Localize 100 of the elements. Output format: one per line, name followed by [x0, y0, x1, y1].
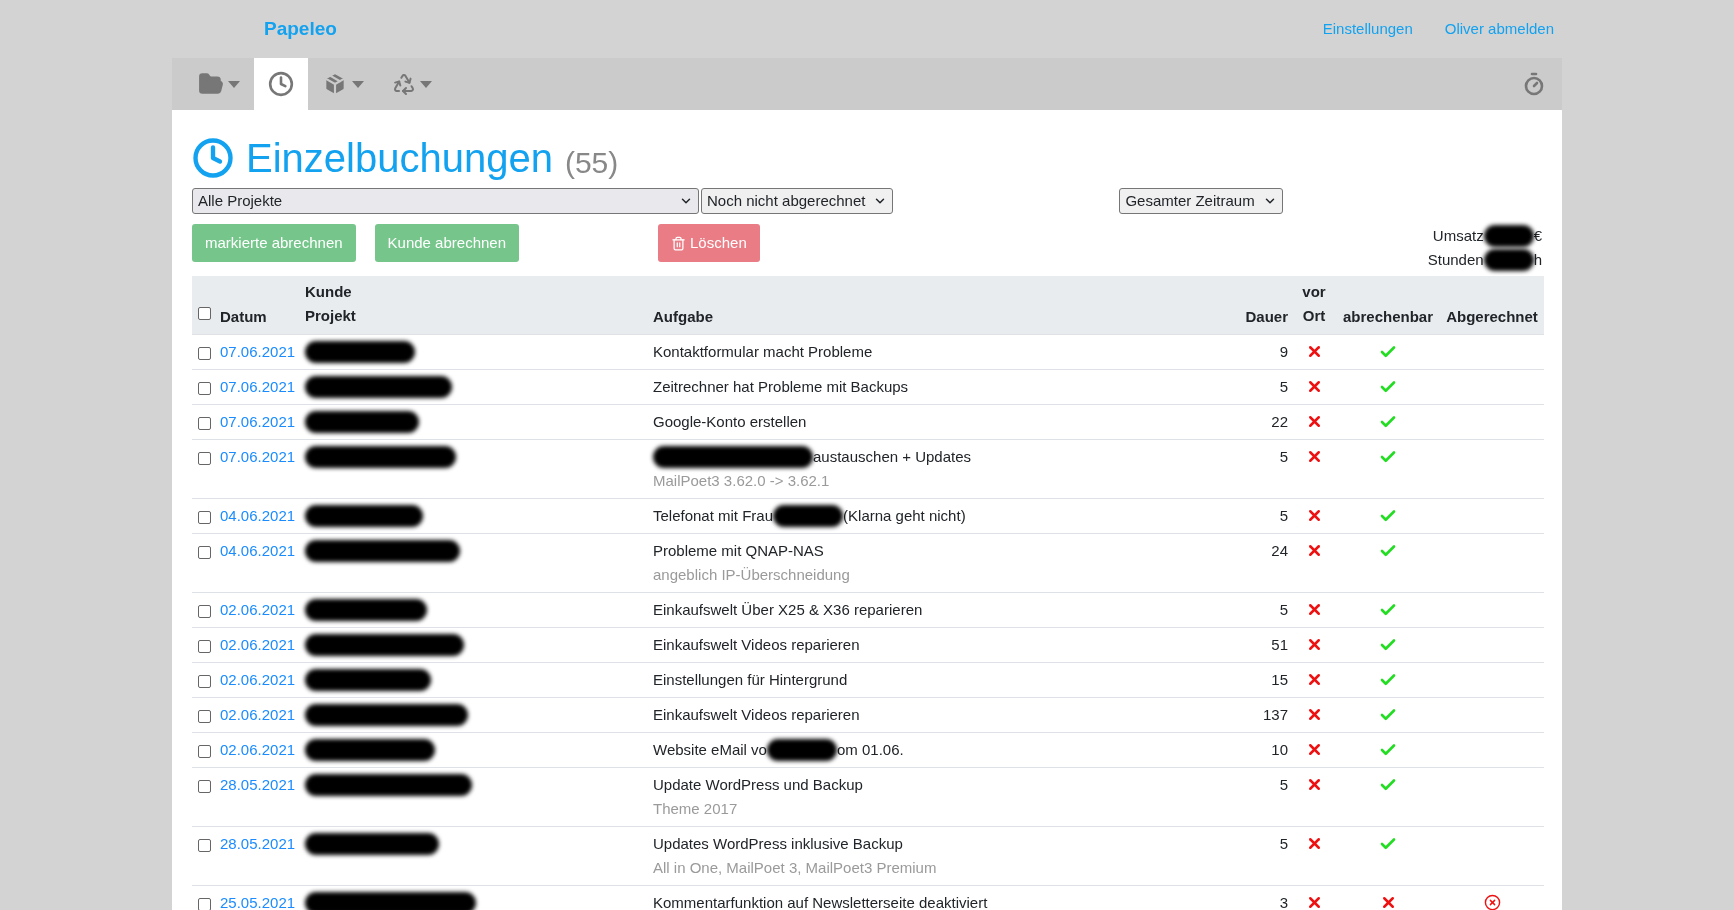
duration-cell: 22: [1271, 413, 1288, 430]
date-link[interactable]: 04.06.2021: [220, 507, 296, 524]
duration-cell: 3: [1279, 894, 1288, 910]
date-link[interactable]: 02.06.2021: [220, 636, 296, 653]
task-text: Einkaufswelt Über X25 & X36 reparieren: [653, 600, 923, 620]
duration-cell: 5: [1279, 378, 1288, 395]
date-link[interactable]: 04.06.2021: [220, 542, 296, 559]
row-checkbox[interactable]: [198, 382, 211, 395]
task-text: Updates WordPress inklusive Backup: [653, 834, 903, 854]
duration-cell: 51: [1271, 636, 1288, 653]
row-checkbox[interactable]: [198, 546, 211, 559]
summary-label: Stunden: [1427, 250, 1484, 270]
task-text: Website eMail vo: [653, 740, 767, 760]
folder-icon: [198, 71, 224, 97]
task-text: austauschen + Updates: [813, 447, 972, 467]
redaction-blob: [1483, 225, 1534, 247]
redaction-blob: [773, 505, 844, 527]
task-note: All in One, MailPoet 3, MailPoet3 Premium: [653, 858, 938, 878]
task-text: Zeitrechner hat Probleme mit Backups: [653, 377, 909, 397]
summary-label: Umsatz: [1432, 226, 1484, 246]
date-link[interactable]: 02.06.2021: [220, 601, 296, 618]
date-link[interactable]: 28.05.2021: [220, 835, 296, 852]
brand-name[interactable]: Papeleo: [264, 14, 337, 44]
duration-cell: 24: [1271, 542, 1288, 559]
column-header: vor: [1301, 282, 1327, 302]
task-note: angeblich IP-Überschneidung: [653, 565, 851, 585]
trash-icon: [671, 235, 686, 251]
column-header: Kunde: [305, 282, 353, 302]
row-checkbox[interactable]: [198, 417, 211, 430]
task-note: MailPoet3 3.62.0 -> 3.62.1: [653, 471, 831, 491]
redaction-blob: [1483, 249, 1534, 271]
task-text: Einkaufswelt Videos reparieren: [653, 635, 860, 655]
row-checkbox[interactable]: [198, 605, 211, 618]
duration-cell: 5: [1279, 448, 1288, 465]
row-checkbox[interactable]: [198, 780, 211, 793]
row-checkbox[interactable]: [198, 347, 211, 360]
column-header: Abgerechnet: [1446, 308, 1538, 325]
task-text: Kommentarfunktion auf Newsletterseite deaktiviert: [653, 893, 988, 910]
task-text: Kontaktformular macht Probleme: [653, 342, 873, 362]
duration-cell: 137: [1262, 706, 1288, 723]
row-checkbox[interactable]: [198, 710, 211, 723]
column-header: Ort: [1301, 306, 1327, 326]
task-text: Google-Konto erstellen: [653, 412, 807, 432]
page-title: Einzelbuchungen: [246, 135, 553, 182]
task-text: Update WordPress und Backup: [653, 775, 863, 795]
redaction-blob: [766, 739, 837, 761]
task-text: Probleme mit QNAP-NAS: [653, 541, 824, 561]
column-header: Projekt: [305, 306, 357, 326]
caret-icon: [420, 80, 432, 88]
date-link[interactable]: 07.06.2021: [220, 343, 296, 360]
summary-unit: h: [1533, 250, 1542, 270]
column-header: Datum: [220, 308, 267, 325]
date-link[interactable]: 07.06.2021: [220, 378, 296, 395]
task-text: om 01.06.: [836, 740, 904, 760]
date-link[interactable]: 02.06.2021: [220, 671, 296, 688]
duration-cell: 15: [1271, 671, 1288, 688]
header-link[interactable]: Einstellungen: [1322, 17, 1413, 41]
duration-cell: 5: [1279, 835, 1288, 852]
toolbar-tab[interactable]: [254, 58, 308, 110]
recycle-icon: [392, 72, 416, 96]
column-header: Aufgabe: [653, 308, 713, 325]
row-checkbox[interactable]: [198, 839, 211, 852]
clock-icon: [192, 137, 234, 179]
summary-unit: €: [1533, 226, 1542, 246]
stopwatch-icon[interactable]: [1522, 72, 1546, 96]
duration-cell: 9: [1279, 343, 1288, 360]
duration-cell: 5: [1279, 507, 1288, 524]
date-link[interactable]: 02.06.2021: [220, 706, 296, 723]
row-checkbox[interactable]: [198, 640, 211, 653]
select-all-checkbox[interactable]: [198, 307, 211, 320]
task-text: (Klarna geht nicht): [843, 506, 966, 526]
duration-cell: 5: [1279, 601, 1288, 618]
column-header: abrechenbar: [1342, 308, 1433, 325]
duration-cell: 5: [1279, 776, 1288, 793]
column-header: Dauer: [1245, 308, 1288, 325]
date-link[interactable]: 02.06.2021: [220, 741, 296, 758]
clock-icon: [268, 71, 294, 97]
duration-cell: 10: [1271, 741, 1288, 758]
filter-select[interactable]: Noch nicht abgerechnet: [701, 188, 894, 214]
caret-icon: [352, 80, 364, 88]
row-checkbox[interactable]: [198, 675, 211, 688]
row-checkbox[interactable]: [198, 745, 211, 758]
date-link[interactable]: 28.05.2021: [220, 776, 296, 793]
action-button[interactable]: markierte abrechnen: [192, 224, 356, 262]
delete-button[interactable]: Löschen: [658, 224, 760, 262]
row-checkbox[interactable]: [198, 898, 211, 910]
filter-select[interactable]: Alle Projekte: [192, 188, 699, 214]
task-text: Einkaufswelt Videos reparieren: [653, 705, 860, 725]
date-link[interactable]: 25.05.2021: [220, 894, 296, 910]
row-checkbox[interactable]: [198, 511, 211, 524]
date-link[interactable]: 07.06.2021: [220, 413, 296, 430]
entry-count: (55): [564, 144, 619, 181]
header-link[interactable]: Oliver abmelden: [1444, 17, 1554, 41]
task-note: Theme 2017: [653, 799, 739, 819]
task-text: Einstellungen für Hintergrund: [653, 670, 848, 690]
row-checkbox[interactable]: [198, 452, 211, 465]
circle-cross-icon[interactable]: [1483, 894, 1501, 910]
date-link[interactable]: 07.06.2021: [220, 448, 296, 465]
filter-select[interactable]: Gesamter Zeitraum: [1119, 188, 1283, 214]
action-button[interactable]: Kunde abrechnen: [374, 224, 519, 262]
